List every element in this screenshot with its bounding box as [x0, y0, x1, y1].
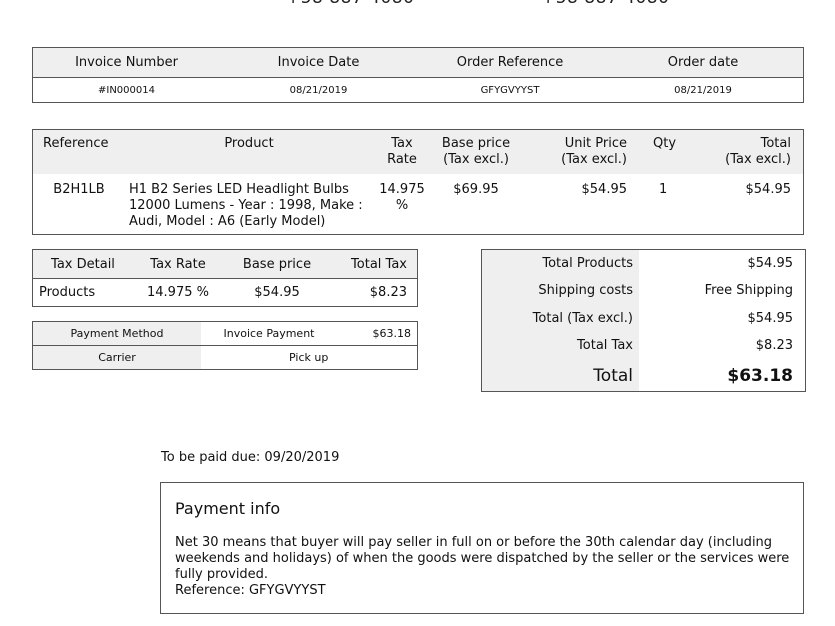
base-price-header: Base price (Tax excl.): [431, 129, 521, 174]
total-tax-excl-label: Total (Tax excl.): [532, 311, 633, 326]
order-date-value: 08/21/2019: [603, 77, 804, 103]
grand-total-value: $63.18: [727, 366, 793, 386]
invoice-summary-table: Invoice Number Invoice Date Order Refere…: [32, 47, 804, 103]
payment-info-line: weekends and holidays) of when the goods…: [175, 551, 790, 566]
invoice-number-value: #IN000014: [32, 77, 220, 103]
buyer-phone: +58 887 4080: [541, 0, 669, 8]
base-price-header-line1: Base price: [441, 136, 511, 151]
tax-detail-name: Products: [32, 278, 133, 307]
product-qty: 1: [659, 182, 668, 197]
product-description-line: H1 B2 Series LED Headlight Bulbs: [129, 182, 349, 197]
carrier-value: Pick up: [201, 345, 418, 370]
product-tax-rate-unit: %: [395, 198, 409, 213]
base-price-col-header: Base price: [223, 249, 331, 279]
table-row: Products 14.975 % $54.95 $8.23: [32, 278, 418, 307]
tax-rate-header-line2: Rate: [387, 152, 417, 167]
tax-rate-header-line1: Tax: [391, 136, 413, 151]
product-description-line: 12000 Lumens - Year : 1998, Make :: [129, 198, 363, 213]
tax-rate-col-header: Tax Rate: [133, 249, 223, 279]
product-tax-rate-value: 14.975: [379, 182, 425, 197]
payment-method-table: Payment Method Invoice Payment $63.18 Ca…: [32, 321, 418, 370]
invoice-number-header: Invoice Number: [32, 47, 220, 78]
order-reference-header: Order Reference: [417, 47, 603, 78]
total-tax-value: $8.23: [755, 338, 793, 353]
payment-info-text: Net 30 means that buyer will pay seller …: [175, 535, 795, 599]
product-description: H1 B2 Series LED Headlight Bulbs 12000 L…: [125, 174, 373, 235]
product-base-price: $69.95: [453, 182, 499, 197]
tax-rate-header: Tax Rate: [373, 129, 431, 174]
invoice-date-value: 08/21/2019: [220, 77, 417, 103]
tax-detail-header: Tax Detail: [32, 249, 133, 279]
qty-header: Qty: [633, 129, 715, 174]
product-tax-rate: 14.975 %: [373, 174, 431, 235]
tax-detail-rate: 14.975 %: [133, 278, 223, 307]
product-reference: B2H1LB: [53, 182, 105, 197]
shipping-label: Shipping costs: [538, 283, 633, 298]
total-products-label: Total Products: [542, 256, 633, 271]
payment-method-label: Payment Method: [32, 321, 201, 346]
seller-phone: +58 887 4080: [286, 0, 414, 8]
reference-header: Reference: [32, 129, 125, 174]
order-date-header: Order date: [603, 47, 804, 78]
unit-price-header-line1: Unit Price: [564, 136, 627, 151]
shipping-value: Free Shipping: [704, 283, 793, 298]
product-unit-price: $54.95: [581, 182, 628, 197]
total-tax-excl-value: $54.95: [747, 311, 794, 326]
payment-info-box: Payment info Net 30 means that buyer wil…: [160, 482, 804, 614]
tax-detail-total: $8.23: [331, 278, 418, 307]
carrier-label: Carrier: [32, 345, 201, 370]
table-row: B2H1LB H1 B2 Series LED Headlight Bulbs …: [33, 174, 804, 235]
payment-method-value: Invoice Payment: [223, 327, 315, 340]
payment-info-reference: Reference: GFYGVYYST: [175, 583, 326, 598]
total-products-value: $54.95: [747, 256, 794, 271]
unit-price-header-line2: (Tax excl.): [561, 152, 627, 167]
base-price-header-line2: (Tax excl.): [443, 152, 509, 167]
payment-method-amount: $63.18: [372, 327, 412, 340]
tax-detail-table: Tax Detail Tax Rate Base price Total Tax…: [32, 249, 418, 307]
product-total: $54.95: [745, 182, 792, 197]
payment-info-line: fully provided.: [175, 567, 269, 582]
invoice-date-header: Invoice Date: [220, 47, 417, 78]
total-header-line1: Total: [760, 136, 791, 151]
total-header: Total (Tax excl.): [715, 129, 804, 174]
total-tax-col-header: Total Tax: [331, 249, 418, 279]
product-header: Product: [125, 129, 373, 174]
due-date: To be paid due: 09/20/2019: [161, 450, 340, 465]
total-header-line2: (Tax excl.): [725, 152, 791, 167]
order-reference-value: GFYGVYYST: [417, 77, 603, 103]
total-tax-label: Total Tax: [577, 338, 633, 353]
totals-box: Total Products $54.95 Shipping costs Fre…: [481, 249, 806, 392]
payment-info-title: Payment info: [175, 499, 281, 518]
product-table: Reference Product Tax Rate Base price (T…: [32, 129, 804, 235]
payment-info-line: Net 30 means that buyer will pay seller …: [175, 535, 773, 550]
grand-total-label: Total: [593, 366, 633, 386]
unit-price-header: Unit Price (Tax excl.): [521, 129, 633, 174]
tax-detail-base: $54.95: [223, 278, 331, 307]
product-description-line: Audi, Model : A6 (Early Model): [129, 214, 326, 229]
